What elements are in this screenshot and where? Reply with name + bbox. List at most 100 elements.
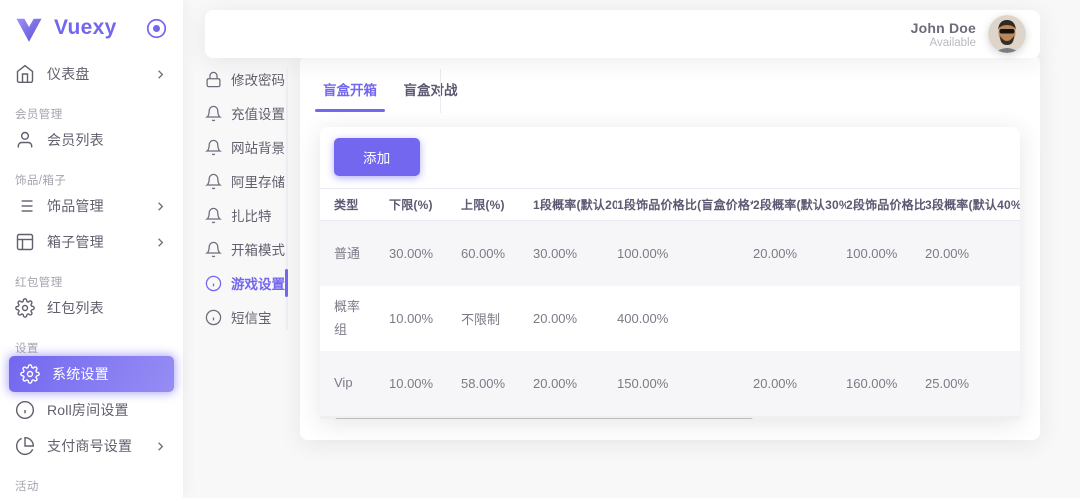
sidebar-item-payment-merchant-settings[interactable]: 支付商号设置 — [0, 428, 183, 464]
sidebar-section-items-boxes: 饰品/箱子 — [0, 158, 183, 188]
sidebar-section-settings: 设置 — [0, 326, 183, 356]
list-icon — [15, 196, 35, 216]
sidebar-section-redpacket: 红包管理 — [0, 260, 183, 290]
sidebar-item-dashboard[interactable]: 仪表盘 — [0, 56, 183, 92]
tab-blindbox-open[interactable]: 盲盒开箱 — [315, 71, 385, 112]
col-header-upper-limit: 上限(%) — [461, 189, 533, 221]
menu-item-site-background[interactable]: 网站背景 — [205, 130, 287, 164]
chevron-right-icon — [153, 235, 168, 250]
cell-value: 400.00% — [617, 286, 753, 351]
main-sidebar: Vuexy 仪表盘 会员管理 会员列表 饰品/箱子 饰品管理 箱子管理 红包管理 — [0, 0, 183, 498]
bell-icon — [205, 139, 222, 156]
add-button[interactable]: 添加 — [334, 138, 420, 176]
col-header-stage1-prob: 1段概率(默认20%) — [533, 189, 617, 221]
probability-table: 类型 下限(%) 上限(%) 1段概率(默认20%) 1段饰品价格比(盲盒价格*… — [320, 188, 1020, 416]
sidebar-item-item-management[interactable]: 饰品管理 — [0, 188, 183, 224]
menu-item-sms-bao[interactable]: 短信宝 — [205, 300, 287, 334]
cell-value: 30.00% — [389, 221, 461, 286]
menu-item-unbox-mode[interactable]: 开箱模式 — [205, 232, 287, 266]
menu-item-zhabite[interactable]: 扎比特 — [205, 198, 287, 232]
table-row[interactable]: 概率组 10.00% 不限制 20.00% 400.00% — [320, 286, 1020, 351]
sidebar-item-label: 饰品管理 — [47, 196, 104, 216]
cell-type: Vip — [334, 371, 370, 394]
col-header-stage3-prob: 3段概率(默认40%) — [925, 189, 1020, 221]
box-icon — [15, 232, 35, 252]
top-navbar: John Doe Available — [205, 10, 1040, 58]
menu-item-recharge-settings[interactable]: 充值设置 — [205, 96, 287, 130]
cell-value: 20.00% — [925, 221, 1020, 286]
scroll-left-button[interactable] — [320, 416, 333, 420]
sidebar-item-label: 系统设置 — [52, 364, 109, 384]
menu-item-label: 网站背景 — [231, 137, 285, 157]
info-icon — [15, 400, 35, 420]
active-indicator — [285, 269, 288, 297]
sidebar-section-activity: 活动 — [0, 464, 183, 494]
cell-value: 58.00% — [461, 351, 533, 416]
cell-value: 10.00% — [389, 286, 461, 351]
sidebar-item-label: Roll房间设置 — [47, 400, 129, 420]
menu-item-label: 扎比特 — [231, 205, 272, 225]
menu-item-label: 开箱模式 — [231, 239, 285, 259]
bell-icon — [205, 173, 222, 190]
cell-value — [925, 286, 1020, 351]
info-circle-icon — [205, 275, 222, 292]
menu-item-ali-storage[interactable]: 阿里存储 — [205, 164, 287, 198]
pie-chart-icon — [15, 436, 35, 456]
avatar[interactable] — [988, 15, 1026, 53]
cell-value — [846, 286, 925, 351]
cell-value: 160.00% — [846, 351, 925, 416]
menu-item-label: 游戏设置 — [231, 273, 285, 293]
col-header-stage2-prob: 2段概率(默认30%) — [753, 189, 846, 221]
table-panel: 添加 类型 下限(%) 上限(%) 1段概率(默认20%) 1段饰品价格比(盲盒… — [320, 127, 1020, 419]
menu-item-label: 修改密码 — [231, 69, 285, 89]
sidebar-item-member-list[interactable]: 会员列表 — [0, 122, 183, 158]
tab-bar: 盲盒开箱 盲盒对战 — [300, 55, 1040, 118]
sidebar-section-members: 会员管理 — [0, 92, 183, 122]
tab-divider — [440, 69, 441, 113]
info-circle-icon — [205, 309, 222, 326]
table-row[interactable]: Vip 10.00% 58.00% 20.00% 150.00% 20.00% … — [320, 351, 1020, 416]
menu-item-change-password[interactable]: 修改密码 — [205, 62, 287, 96]
table-toolbar: 添加 — [320, 127, 1020, 188]
sidebar-item-box-management[interactable]: 箱子管理 — [0, 224, 183, 260]
horizontal-scrollbar[interactable] — [320, 416, 1020, 420]
col-header-stage1-ratio: 1段饰品价格比(盲盒价格*比例) — [617, 189, 753, 221]
scrollbar-thumb[interactable] — [335, 418, 753, 420]
cell-value: 30.00% — [533, 221, 617, 286]
user-name: John Doe — [911, 20, 976, 36]
bell-icon — [205, 241, 222, 258]
chevron-right-icon — [153, 199, 168, 214]
sidebar-item-label: 红包列表 — [47, 298, 104, 318]
table-header-row: 类型 下限(%) 上限(%) 1段概率(默认20%) 1段饰品价格比(盲盒价格*… — [320, 189, 1020, 221]
gear-icon — [20, 364, 40, 384]
bell-icon — [205, 105, 222, 122]
menu-item-label: 阿里存储 — [231, 171, 285, 191]
menu-item-label: 短信宝 — [231, 307, 272, 327]
table-row[interactable]: 普通 30.00% 60.00% 30.00% 100.00% 20.00% 1… — [320, 221, 1020, 286]
tab-blindbox-battle[interactable]: 盲盒对战 — [395, 71, 465, 112]
cell-type: 普通 — [334, 242, 370, 265]
user-menu[interactable]: John Doe Available — [911, 15, 1026, 53]
cell-type: 概率组 — [334, 295, 370, 342]
sidebar-item-label: 箱子管理 — [47, 232, 104, 252]
brand-header: Vuexy — [0, 0, 183, 56]
home-icon — [15, 64, 35, 84]
sidebar-nav: 仪表盘 会员管理 会员列表 饰品/箱子 饰品管理 箱子管理 红包管理 红包列表 … — [0, 56, 183, 494]
scrollbar-track[interactable] — [333, 416, 1007, 420]
lock-icon — [205, 71, 222, 88]
scroll-right-button[interactable] — [1007, 416, 1020, 420]
col-header-lower-limit: 下限(%) — [389, 189, 461, 221]
col-header-stage2-ratio: 2段饰品价格比 — [846, 189, 925, 221]
menu-item-label: 充值设置 — [231, 103, 285, 123]
menu-pin-toggle-icon[interactable] — [146, 18, 167, 39]
menu-item-game-settings[interactable]: 游戏设置 — [205, 266, 287, 300]
sidebar-item-roll-room-settings[interactable]: Roll房间设置 — [0, 392, 183, 428]
cell-value: 60.00% — [461, 221, 533, 286]
content-card: 盲盒开箱 盲盒对战 添加 类型 下限(%) 上限(%) 1段概率(默认20%) … — [300, 55, 1040, 440]
vuexy-logo-icon — [14, 15, 44, 41]
cell-value: 100.00% — [846, 221, 925, 286]
cell-value: 150.00% — [617, 351, 753, 416]
brand-name: Vuexy — [54, 16, 146, 40]
sidebar-item-system-settings[interactable]: 系统设置 — [9, 356, 174, 392]
sidebar-item-redpacket-list[interactable]: 红包列表 — [0, 290, 183, 326]
